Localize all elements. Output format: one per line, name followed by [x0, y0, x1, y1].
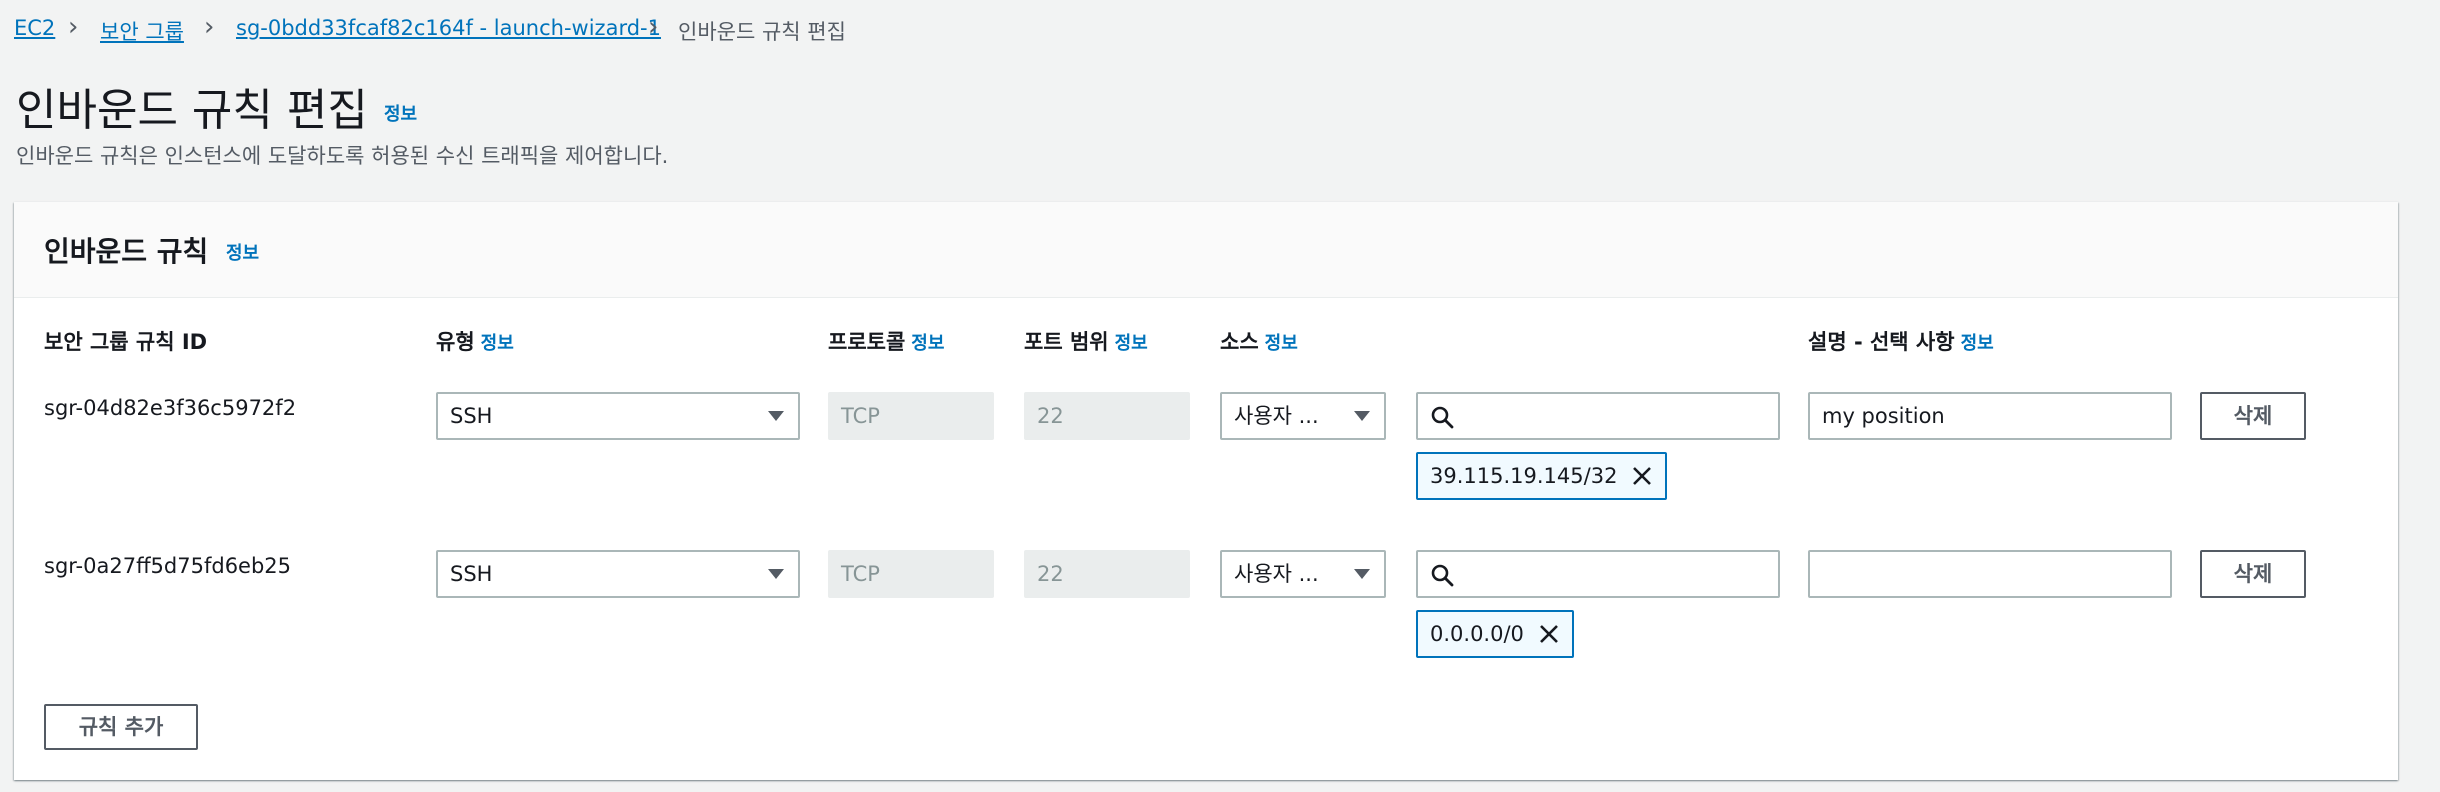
source-token-label: 0.0.0.0/0 — [1430, 622, 1524, 646]
page-info-link[interactable]: 정보 — [384, 100, 417, 126]
inbound-rules-panel: 인바운드 규칙 정보 보안 그룹 규칙 ID 유형 정보 프로토콜 정보 포트 범위… — [14, 202, 2398, 780]
search-icon — [1431, 564, 1454, 587]
page-title: 인바운드 규칙 편집 — [16, 85, 368, 136]
port-range-field: 22 — [1024, 550, 1190, 598]
caret-down-icon — [768, 569, 784, 579]
source-token: 39.115.19.145/32 — [1416, 452, 1668, 500]
chevron-right-icon: › — [648, 12, 659, 42]
source-type-select[interactable]: 사용자 ... — [1220, 550, 1386, 598]
protocol-field: TCP — [828, 550, 994, 598]
panel-info-link[interactable]: 정보 — [226, 239, 259, 265]
source-info-link[interactable]: 정보 — [1265, 333, 1298, 354]
column-header-description: 설명 - 선택 사항 정보 — [1808, 330, 1994, 354]
breadcrumb-ec2[interactable]: EC2 — [14, 16, 55, 40]
source-token-label: 39.115.19.145/32 — [1430, 464, 1618, 488]
chevron-right-icon: › — [204, 12, 215, 42]
close-icon[interactable] — [1631, 465, 1653, 487]
chevron-right-icon: › — [68, 12, 79, 42]
protocol-info-link[interactable]: 정보 — [911, 333, 944, 354]
description-info-link[interactable]: 정보 — [1961, 333, 1994, 354]
panel-header: 인바운드 규칙 정보 — [14, 202, 2398, 298]
column-header-protocol: 프로토콜 정보 — [828, 330, 945, 354]
delete-button[interactable]: 삭제 — [2200, 392, 2306, 440]
type-select[interactable]: SSH — [436, 550, 800, 598]
caret-down-icon — [768, 411, 784, 421]
add-rule-button[interactable]: 규칙 추가 — [44, 704, 198, 750]
description-input[interactable]: my position — [1808, 392, 2172, 440]
port-range-info-link[interactable]: 정보 — [1115, 333, 1148, 354]
column-header-type: 유형 정보 — [436, 330, 514, 354]
rule-id: sgr-04d82e3f36c5972f2 — [44, 396, 297, 420]
panel-title: 인바운드 규칙 — [44, 235, 209, 268]
column-header-port-range: 포트 범위 정보 — [1024, 330, 1148, 354]
rule-id: sgr-0a27ff5d75fd6eb25 — [44, 554, 292, 578]
source-token: 0.0.0.0/0 — [1416, 610, 1574, 658]
type-select[interactable]: SSH — [436, 392, 800, 440]
source-search-input[interactable] — [1416, 392, 1780, 440]
caret-down-icon — [1354, 411, 1370, 421]
search-icon — [1431, 406, 1454, 429]
column-header-source: 소스 정보 — [1220, 330, 1298, 354]
breadcrumb-security-group-id[interactable]: sg-0bdd33fcaf82c164f - launch-wizard-1 — [236, 16, 661, 40]
source-search-input[interactable] — [1416, 550, 1780, 598]
delete-button[interactable]: 삭제 — [2200, 550, 2306, 598]
breadcrumb-current: 인바운드 규칙 편집 — [678, 20, 846, 44]
page-description: 인바운드 규칙은 인스턴스에 도달하도록 허용된 수신 트래픽을 제어합니다. — [16, 144, 669, 168]
description-input[interactable] — [1808, 550, 2172, 598]
close-icon[interactable] — [1538, 623, 1560, 645]
column-header-rule-id: 보안 그룹 규칙 ID — [44, 330, 208, 354]
caret-down-icon — [1354, 569, 1370, 579]
type-info-link[interactable]: 정보 — [481, 333, 514, 354]
protocol-field: TCP — [828, 392, 994, 440]
breadcrumb-security-groups[interactable]: 보안 그룹 — [100, 16, 184, 46]
source-type-select[interactable]: 사용자 ... — [1220, 392, 1386, 440]
port-range-field: 22 — [1024, 392, 1190, 440]
